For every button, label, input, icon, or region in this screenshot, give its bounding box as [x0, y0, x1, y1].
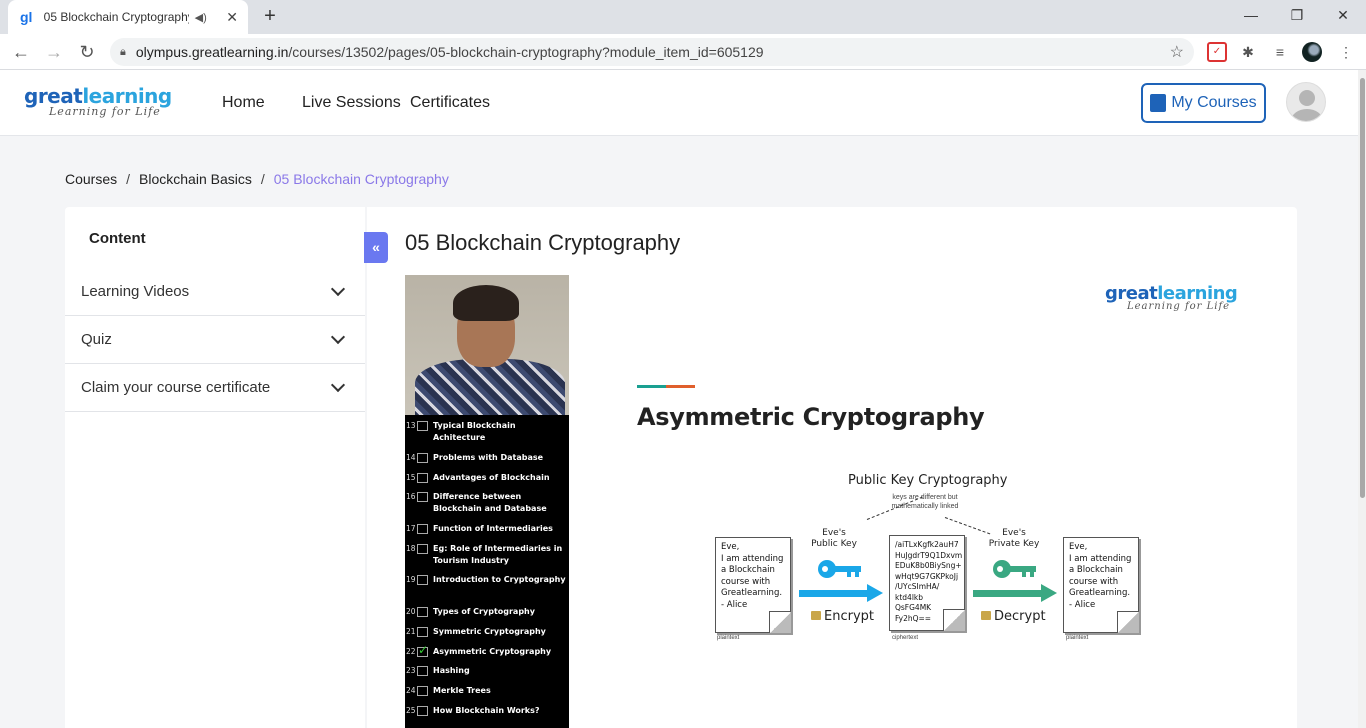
slide-heading: Asymmetric Cryptography	[637, 403, 985, 431]
sidebar-title: Content	[89, 230, 146, 247]
public-key-label: Eve's Public Key	[811, 528, 857, 549]
forward-icon[interactable]: →	[42, 40, 66, 64]
url-text: olympus.greatlearning.in/courses/13502/p…	[135, 44, 764, 60]
my-courses-button[interactable]: My Courses	[1141, 83, 1266, 123]
close-tab-icon[interactable]: ✕	[224, 9, 240, 26]
restore-icon[interactable]: ❐	[1274, 0, 1320, 30]
nav-certificates[interactable]: Certificates	[410, 94, 490, 112]
toc-item: 21 Symmetric Cryptography	[406, 627, 546, 637]
presenter-hair	[453, 285, 519, 321]
chevron-down-icon	[330, 281, 346, 297]
page-fold-corner	[769, 611, 791, 633]
chevron-down-icon	[330, 329, 346, 345]
ciphertext-label: ciphertext	[892, 635, 919, 641]
bookmark-star-icon[interactable]: ☆	[1170, 42, 1184, 62]
toc-item: 24 Merkle Trees	[406, 686, 491, 696]
pocket-extension-icon[interactable]: ✓	[1207, 42, 1227, 62]
chevron-down-icon	[330, 377, 346, 393]
lock-icon: 🔒︎	[120, 45, 126, 58]
toc-item: 16 Difference between Blockchain and Data…	[406, 492, 547, 513]
sidebar-item-label: Learning Videos	[81, 283, 190, 300]
public-key-icon	[818, 560, 861, 578]
logo-tagline: Learning for Life	[1127, 301, 1231, 312]
sidebar-item-learning-videos[interactable]: Learning Videos	[65, 268, 365, 316]
lecture-toc: 13 Typical Blockchain Achitecture 14 Probl…	[405, 415, 569, 728]
private-key-label: Eve's Private Key	[988, 528, 1040, 549]
new-tab-button[interactable]: +	[258, 6, 282, 28]
slide-greatlearning-logo: greatlearning Learning for Life	[1105, 283, 1238, 312]
presenter-shirt	[415, 359, 565, 415]
page-scrollbar-thumb[interactable]	[1360, 78, 1365, 498]
breadcrumb-courses[interactable]: Courses	[65, 171, 117, 187]
browser-tabstrip: gl 05 Blockchain Cryptography ◀) ✕ + — ❐…	[0, 0, 1366, 34]
open-padlock-icon	[981, 611, 991, 620]
checkmark-icon	[417, 644, 428, 657]
browser-toolbar: ← → ↻ 🔒︎ olympus.greatlearning.in/course…	[0, 34, 1366, 70]
user-avatar[interactable]	[1286, 82, 1326, 122]
decrypt-label: Decrypt	[981, 609, 1046, 624]
breadcrumb-separator: /	[126, 171, 131, 187]
profile-avatar-icon[interactable]	[1302, 42, 1322, 62]
greatlearning-favicon-icon: gl	[20, 9, 33, 25]
plaintext-label: plaintext	[717, 635, 740, 641]
toc-item-current: 22Asymmetric Cryptography	[405, 644, 569, 658]
sidebar-item-label: Claim your course certificate	[81, 379, 271, 396]
sidebar-item-quiz[interactable]: Quiz	[65, 316, 365, 364]
toc-item: 19 Introduction to Cryptography	[406, 575, 566, 585]
collapse-sidebar-button[interactable]: «	[364, 232, 388, 263]
breadcrumb-current: 05 Blockchain Cryptography	[273, 171, 449, 187]
browser-menu-icon[interactable]: ⋮	[1336, 42, 1356, 62]
ciphertext-document: /aiTLxKgfk2auH7 HuJgdrT9Q1Dxvm EDuK8b0Bi…	[889, 535, 965, 631]
sidebar-item-label: Quiz	[81, 331, 112, 348]
browser-tab[interactable]: gl 05 Blockchain Cryptography ◀) ✕	[8, 0, 248, 34]
toc-item: 18 Eg: Role of Intermediaries in Tourism …	[406, 544, 563, 565]
toc-item: 13 Typical Blockchain Achitecture	[406, 421, 516, 442]
lecture-video-frame[interactable]: 13 Typical Blockchain Achitecture 14 Probl…	[405, 275, 1297, 728]
site-header: greatlearning Learning for Life Home Liv…	[0, 70, 1358, 136]
toc-item: 17 Function of Intermediaries	[406, 524, 553, 534]
plaintext-label: plaintext	[1066, 635, 1089, 641]
decrypted-plaintext-document: Eve, I am attending a Blockchain course …	[1063, 537, 1139, 633]
decrypt-arrow	[973, 584, 1057, 602]
my-courses-label: My Courses	[1171, 94, 1257, 111]
padlock-icon	[811, 611, 821, 620]
extensions-puzzle-icon[interactable]: ✱	[1238, 42, 1258, 62]
greatlearning-logo[interactable]: greatlearning Learning for Life	[24, 84, 172, 118]
breadcrumb-blockchain-basics[interactable]: Blockchain Basics	[139, 171, 252, 187]
speaker-icon[interactable]: ◀)	[195, 11, 211, 24]
address-bar[interactable]: 🔒︎ olympus.greatlearning.in/courses/1350…	[110, 38, 1194, 66]
diagram-subtitle: keys are different but mathematically li…	[891, 494, 959, 510]
presenter-webcam	[405, 275, 569, 415]
reload-icon[interactable]: ↻	[75, 40, 99, 64]
page-title: 05 Blockchain Cryptography	[405, 230, 681, 255]
diagram-title: Public Key Cryptography	[848, 473, 1008, 488]
encrypt-label: Encrypt	[811, 609, 874, 624]
book-icon	[1150, 94, 1167, 112]
toc-item: 15 Advantages of Blockchain	[406, 473, 550, 483]
media-queue-icon[interactable]: ≡	[1270, 42, 1290, 62]
minimize-icon[interactable]: —	[1228, 0, 1274, 30]
back-icon[interactable]: ←	[9, 40, 33, 64]
breadcrumb-separator: /	[260, 171, 265, 187]
private-key-icon	[993, 560, 1036, 578]
sidebar-item-claim-certificate[interactable]: Claim your course certificate	[65, 364, 365, 412]
toc-item: 20 Types of Cryptography	[406, 607, 535, 617]
encrypt-arrow	[799, 584, 883, 602]
nav-live-sessions[interactable]: Live Sessions	[302, 94, 401, 112]
logo-tagline: Learning for Life	[49, 105, 161, 118]
toc-item: 23 Hashing	[406, 666, 470, 676]
nav-home[interactable]: Home	[222, 94, 265, 112]
content-sidebar: Content Learning Videos Quiz Claim your …	[65, 207, 365, 728]
close-window-icon[interactable]: ✕	[1320, 0, 1366, 30]
page-fold-corner	[1117, 611, 1139, 633]
heading-accent-bar	[637, 385, 695, 388]
user-silhouette-icon	[1291, 90, 1323, 121]
plaintext-document: Eve, I am attending a Blockchain course …	[715, 537, 791, 633]
tab-title: 05 Blockchain Cryptography	[43, 10, 189, 24]
page-fold-corner	[943, 609, 965, 631]
breadcrumb: Courses / Blockchain Basics / 05 Blockch…	[65, 171, 449, 187]
toc-item: 14 Problems with Database	[406, 453, 544, 463]
toc-item: 25 How Blockchain Works?	[406, 706, 540, 716]
